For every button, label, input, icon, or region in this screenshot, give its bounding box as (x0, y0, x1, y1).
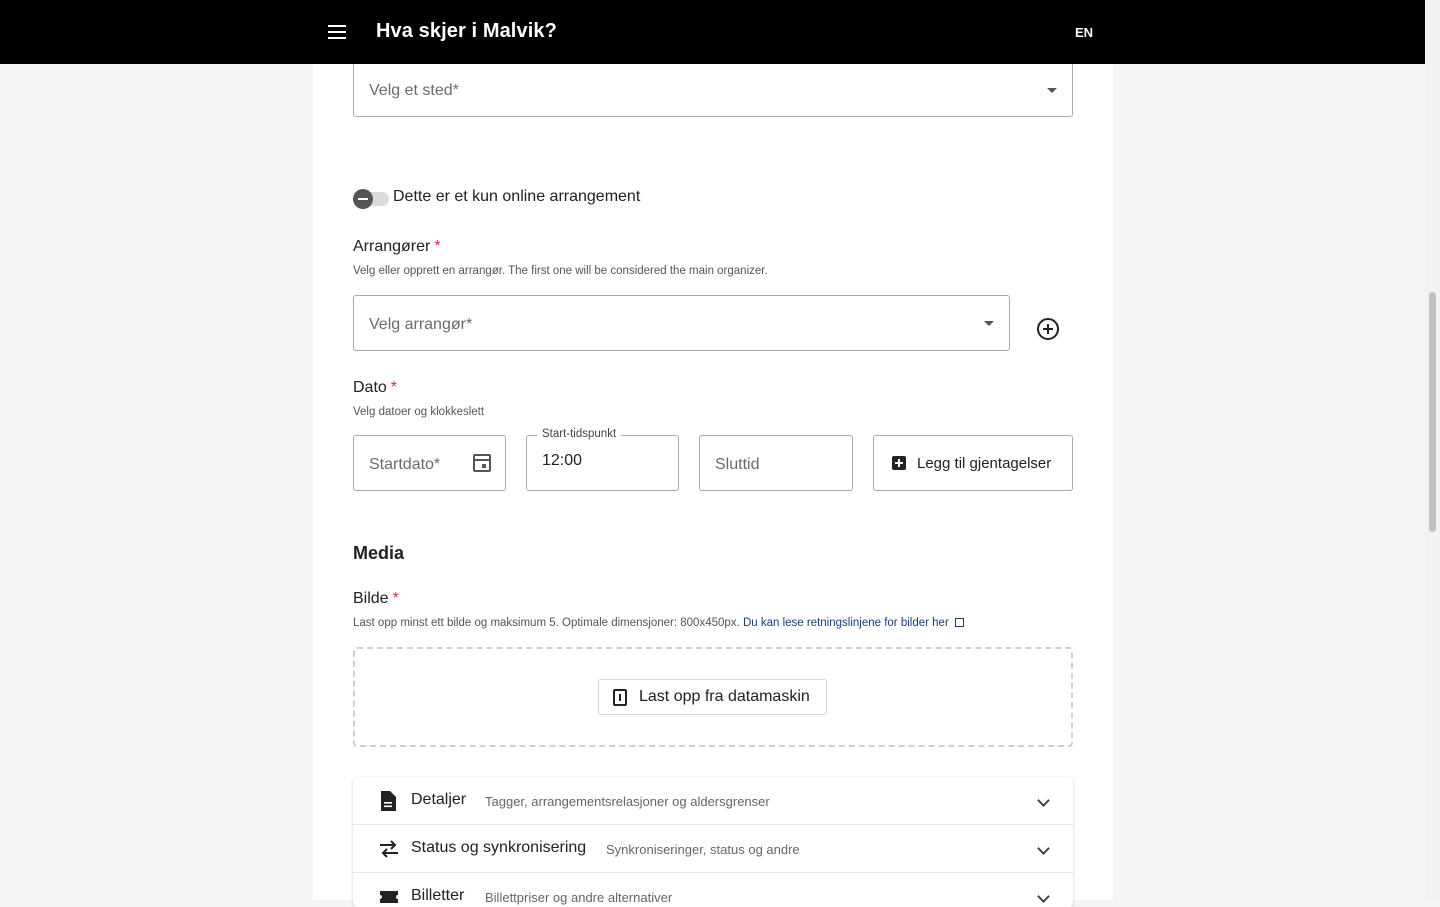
chevron-down-icon (984, 321, 994, 326)
file-upload-icon (613, 689, 627, 706)
accordion-details-title: Detaljer (411, 791, 467, 808)
start-date-field[interactable]: Startdato* (353, 435, 506, 491)
organizer-select[interactable]: Velg arrangør* (353, 295, 1010, 351)
upload-from-computer-button[interactable]: Last opp fra datamaskin (598, 679, 827, 715)
end-time-field[interactable]: Sluttid (699, 435, 853, 491)
document-icon (381, 791, 396, 811)
required-mark: * (390, 379, 398, 396)
upload-label: Last opp fra datamaskin (639, 688, 810, 705)
accordion-status-title: Status og synkronisering (411, 839, 587, 856)
accordion-details-desc: Tagger, arrangementsrelasjoner og alders… (485, 794, 770, 809)
external-link-icon (954, 618, 964, 627)
add-organizer-icon[interactable] (1037, 318, 1059, 340)
online-only-toggle[interactable] (353, 189, 389, 209)
location-placeholder: Velg et sted* (369, 82, 459, 99)
library-add-icon (892, 456, 906, 470)
organizers-label: Arrangører * (353, 238, 441, 255)
chevron-down-icon (1037, 794, 1050, 807)
page-scrollbar[interactable] (1425, 0, 1440, 900)
image-label: Bilde * (353, 590, 399, 607)
chevron-down-icon (1047, 88, 1057, 93)
location-select[interactable]: Velg et sted* (353, 60, 1073, 117)
scrollbar-thumb[interactable] (1429, 292, 1436, 532)
start-time-value: 12:00 (542, 452, 583, 469)
calendar-icon[interactable] (473, 454, 491, 472)
accordion-status-desc: Synkroniseringer, status og andre (606, 842, 800, 857)
accordion-status-sync[interactable]: Status og synkronisering Synkroniseringe… (353, 825, 1073, 873)
start-time-field[interactable]: Start-tidspunkt 12:00 (526, 428, 679, 491)
image-help: Last opp minst ett bilde og maksimum 5. … (353, 617, 964, 629)
add-repetitions-button[interactable]: Legg til gjentagelser (873, 435, 1073, 491)
accordion-tickets[interactable]: Billetter Billettpriser og andre alterna… (353, 873, 1073, 907)
toggle-thumb (353, 189, 373, 209)
settings-accordion: Detaljer Tagger, arrangementsrelasjoner … (353, 777, 1073, 907)
image-guidelines-link[interactable]: Du kan lese retningslinjene for bilder h… (743, 617, 949, 629)
date-help: Velg datoer og klokkeslett (353, 406, 485, 418)
menu-icon[interactable] (322, 18, 350, 46)
chevron-down-icon (1037, 842, 1050, 855)
app-title: Hva skjer i Malvik? (376, 20, 557, 42)
start-date-placeholder: Startdato* (369, 456, 441, 473)
accordion-details[interactable]: Detaljer Tagger, arrangementsrelasjoner … (353, 777, 1073, 825)
add-repetitions-label: Legg til gjentagelser (917, 455, 1052, 472)
chevron-down-icon (1037, 890, 1050, 903)
accordion-tickets-desc: Billettpriser og andre alternativer (485, 890, 673, 905)
organizer-placeholder: Velg arrangør* (369, 316, 473, 333)
required-mark: * (392, 590, 399, 607)
sync-arrows-icon (380, 840, 398, 858)
required-mark: * (434, 238, 441, 255)
media-heading: Media (353, 543, 405, 563)
date-label: Dato * (353, 379, 398, 396)
language-switch[interactable]: EN (1075, 25, 1093, 40)
online-only-label: Dette er et kun online arrangement (393, 188, 641, 205)
app-bar: Hva skjer i Malvik? EN (0, 0, 1425, 64)
end-time-placeholder: Sluttid (715, 456, 760, 473)
start-time-label: Start-tidspunkt (537, 428, 622, 440)
ticket-icon (380, 891, 398, 903)
accordion-tickets-title: Billetter (411, 887, 465, 904)
organizers-help: Velg eller opprett en arrangør. The firs… (353, 265, 768, 277)
